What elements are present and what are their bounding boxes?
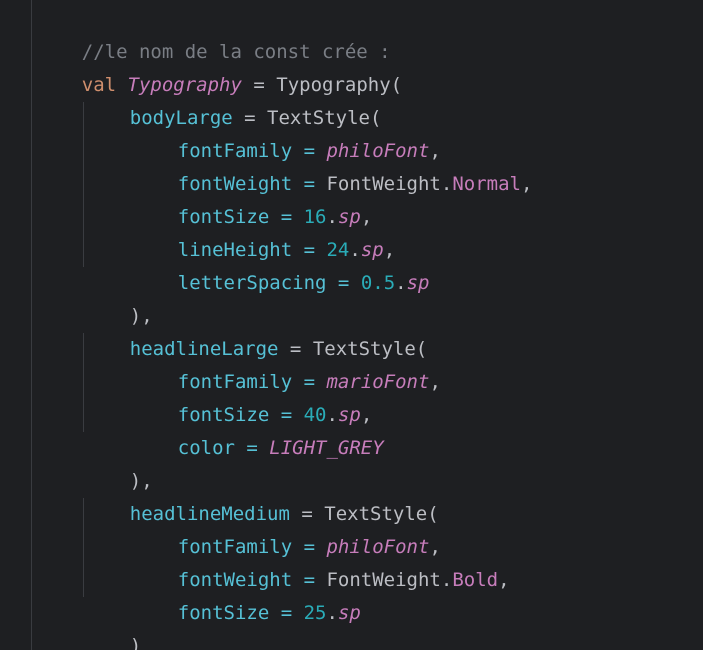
code-editor[interactable]: //le nom de la const crée : val Typograp… xyxy=(0,0,703,650)
code-line-val: val Typography = Typography( xyxy=(36,36,402,96)
code-line-prop: fontSize = 16.sp, xyxy=(177,206,373,228)
code-line-prop: fontWeight = FontWeight.Bold, xyxy=(177,569,510,591)
code-line-comment: //le nom de la const crée : xyxy=(36,3,391,63)
code-line-block-close: ), xyxy=(129,305,153,327)
code-line-prop: lineHeight = 24.sp, xyxy=(177,239,396,261)
code-line-block-close: ), xyxy=(129,470,153,492)
gutter-divider xyxy=(31,0,32,650)
code-line-prop: color = LIGHT_GREY xyxy=(177,437,384,459)
code-line-block-header: headlineMedium = TextStyle( xyxy=(129,503,439,525)
code-line-prop: letterSpacing = 0.5.sp xyxy=(177,272,430,294)
code-line-block-header: bodyLarge = TextStyle( xyxy=(129,107,382,129)
code-line-block-header: headlineLarge = TextStyle( xyxy=(129,338,428,360)
code-line-prop: fontFamily = philoFont, xyxy=(177,536,441,558)
code-line-prop: fontFamily = philoFont, xyxy=(177,140,441,162)
code-line-prop: fontFamily = marioFont, xyxy=(177,371,441,393)
code-line-prop: fontSize = 25.sp xyxy=(177,602,361,624)
code-line-prop: fontSize = 40.sp, xyxy=(177,404,373,426)
code-line-prop: fontWeight = FontWeight.Normal, xyxy=(177,173,533,195)
code-line-block-close: ) xyxy=(129,635,142,650)
